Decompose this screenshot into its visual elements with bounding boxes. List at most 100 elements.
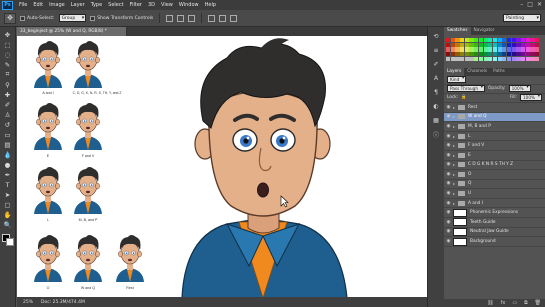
zoom-icon[interactable]: 🔍 xyxy=(2,220,14,229)
swatch[interactable] xyxy=(516,56,521,61)
layer-row[interactable]: ◉ Teeth Guide xyxy=(444,218,545,228)
transform-controls-checkbox[interactable] xyxy=(90,15,96,21)
move-icon[interactable]: ✥ xyxy=(2,30,14,39)
tool-preset-picker[interactable]: ✥ xyxy=(4,12,16,24)
fill-field[interactable]: 100% xyxy=(520,94,542,102)
visibility-eye-icon[interactable]: ◉ xyxy=(444,191,453,196)
canvas[interactable]: A and I C, D, G, K, N, R, S, TH, Y, and … xyxy=(17,36,427,297)
lasso-icon[interactable]: ◌ xyxy=(2,50,14,59)
swatch[interactable] xyxy=(474,56,479,61)
link-layers-icon[interactable]: ⛓ xyxy=(487,299,493,307)
swatch[interactable] xyxy=(483,42,488,47)
swatch[interactable] xyxy=(450,47,455,52)
layer-row[interactable]: ◉ Background xyxy=(444,237,545,247)
align-top-icon[interactable] xyxy=(166,14,174,22)
swatch[interactable] xyxy=(511,42,516,47)
swatch[interactable] xyxy=(530,56,535,61)
visibility-eye-icon[interactable]: ◉ xyxy=(444,105,453,110)
swatch[interactable] xyxy=(535,52,540,57)
path-select-icon[interactable]: ➤ xyxy=(2,190,14,199)
menu-layer[interactable]: Layer xyxy=(68,0,88,10)
visibility-eye-icon[interactable]: ◉ xyxy=(444,124,453,129)
gradient-icon[interactable]: ▤ xyxy=(2,140,14,149)
swatch[interactable] xyxy=(502,47,507,52)
swatch[interactable] xyxy=(469,42,474,47)
auto-select-checkbox[interactable] xyxy=(20,15,25,21)
swatch[interactable] xyxy=(464,38,469,43)
swatch[interactable] xyxy=(483,47,488,52)
swatch[interactable] xyxy=(516,42,521,47)
swatch[interactable] xyxy=(535,56,540,61)
swatch[interactable] xyxy=(511,38,516,43)
layer-row[interactable]: ◉ ▸ F and V xyxy=(444,141,545,151)
properties-icon[interactable]: ≡ xyxy=(431,46,442,55)
swatch[interactable] xyxy=(535,42,540,47)
swatch[interactable] xyxy=(521,56,526,61)
new-group-icon[interactable]: ▭ xyxy=(512,299,517,307)
swatch[interactable] xyxy=(525,47,530,52)
layer-row[interactable]: ◉ ▸ M, B and P xyxy=(444,122,545,132)
swatch[interactable] xyxy=(521,42,526,47)
eyedropper-icon[interactable]: ⚲ xyxy=(2,80,14,89)
layer-row[interactable]: ◉ ▸ E xyxy=(444,151,545,161)
swatch[interactable] xyxy=(525,38,530,43)
swatch[interactable] xyxy=(469,52,474,57)
swatch[interactable] xyxy=(469,56,474,61)
history-icon[interactable]: ⟲ xyxy=(431,32,442,41)
visibility-eye-icon[interactable]: ◉ xyxy=(444,114,453,119)
crop-icon[interactable]: ⌗ xyxy=(2,70,14,79)
minimize-button[interactable]: – xyxy=(520,0,523,10)
tab-swatches[interactable]: Swatches xyxy=(444,27,471,35)
opacity-field[interactable]: 100% xyxy=(508,85,531,93)
swatch[interactable] xyxy=(483,56,488,61)
visibility-eye-icon[interactable]: ◉ xyxy=(444,181,453,186)
swatch[interactable] xyxy=(460,52,465,57)
swatch[interactable] xyxy=(450,38,455,43)
swatch[interactable] xyxy=(446,47,451,52)
auto-select-dropdown[interactable]: Group xyxy=(58,14,87,22)
menu-3d[interactable]: 3D xyxy=(145,0,158,10)
swatch[interactable] xyxy=(464,56,469,61)
swatch[interactable] xyxy=(450,52,455,57)
blur-icon[interactable]: 💧 xyxy=(2,150,14,159)
swatch[interactable] xyxy=(474,38,479,43)
swatch[interactable] xyxy=(506,56,512,61)
clone-stamp-icon[interactable]: ♙ xyxy=(2,110,14,119)
menu-view[interactable]: View xyxy=(158,0,176,10)
tab-layers[interactable]: Layers xyxy=(444,67,465,76)
auto-select-option[interactable]: Auto-Select: xyxy=(20,15,55,21)
tab-channels[interactable]: Channels xyxy=(464,68,490,76)
align-center-icon[interactable] xyxy=(219,14,227,22)
swatch[interactable] xyxy=(530,42,535,47)
swatch[interactable] xyxy=(506,38,512,43)
adjustments-icon[interactable]: ◐ xyxy=(431,102,442,111)
swatch[interactable] xyxy=(492,47,498,52)
swatch[interactable] xyxy=(474,42,479,47)
swatch[interactable] xyxy=(455,38,460,43)
brush-icon[interactable]: ✐ xyxy=(2,100,14,109)
swatch[interactable] xyxy=(469,38,474,43)
layer-row[interactable]: ◉ ▸ C D G K N R S TH Y Z xyxy=(444,161,545,171)
swatch[interactable] xyxy=(478,47,483,52)
menu-edit[interactable]: Edit xyxy=(30,0,46,10)
layer-row[interactable]: ◉ Phonemic Expressions xyxy=(444,208,545,219)
menu-select[interactable]: Select xyxy=(105,0,126,10)
layer-row[interactable]: ◉ ▸ W and Q xyxy=(444,112,545,123)
swatch[interactable] xyxy=(502,38,507,43)
menu-window[interactable]: Window xyxy=(176,0,202,10)
swatch[interactable] xyxy=(464,52,469,57)
align-bottom-icon[interactable] xyxy=(188,14,196,22)
info-icon[interactable]: ⓘ xyxy=(431,130,442,139)
paragraph-icon[interactable]: ¶ xyxy=(431,88,442,97)
swatch[interactable] xyxy=(455,56,460,61)
swatch[interactable] xyxy=(488,38,493,43)
swatch[interactable] xyxy=(535,38,540,43)
swatch[interactable] xyxy=(460,47,465,52)
swatch[interactable] xyxy=(521,38,526,43)
swatch[interactable] xyxy=(488,56,493,61)
menu-image[interactable]: Image xyxy=(46,0,68,10)
swatch[interactable] xyxy=(483,38,488,43)
hand-icon[interactable]: ✋ xyxy=(2,210,14,219)
quick-select-icon[interactable]: ✎ xyxy=(2,60,14,69)
swatch[interactable] xyxy=(521,52,526,57)
